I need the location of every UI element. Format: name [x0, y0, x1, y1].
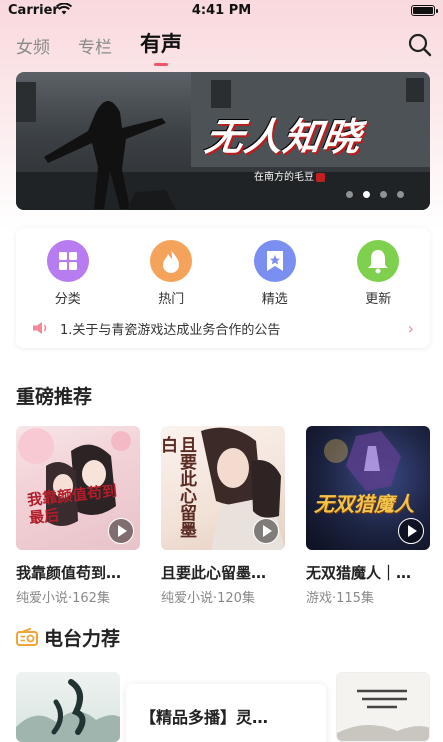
section-title-featured: 重磅推荐: [16, 386, 93, 408]
radio-featured-title: 【精品多播】灵…: [140, 708, 269, 727]
speaker-icon: [33, 322, 47, 334]
category-label: 热门: [158, 292, 185, 307]
carousel-dot[interactable]: [380, 191, 387, 198]
flame-icon: [150, 240, 193, 282]
cover-art: [16, 679, 120, 742]
book-cover[interactable]: 且要此心留墨白: [161, 426, 285, 550]
featured-book-list: 我靠颜值苟到最后 我靠颜值苟到… 纯爱小说·162集 且要此心留墨白 且要此心留…: [16, 426, 430, 606]
announcement-bar[interactable]: 1.关于与青瓷游戏达成业务合作的公告 ›: [32, 318, 414, 338]
top-tabs: 女频 专栏 有声: [16, 30, 182, 64]
carousel-dot[interactable]: [346, 191, 353, 198]
cover-art: [337, 689, 429, 741]
book-title: 且要此心留墨…: [161, 564, 267, 582]
tab-column[interactable]: 专栏: [78, 33, 112, 64]
carousel-dot-active[interactable]: [363, 191, 370, 198]
radio-featured-card[interactable]: 【精品多播】灵…: [126, 684, 326, 742]
banner-author-name: 在南方的毛豆: [254, 172, 314, 183]
tab-female[interactable]: 女频: [16, 33, 50, 64]
category-card: 分类 热门 精选 更新 1.关于与青瓷游戏达成业务合作的公告 ›: [16, 228, 430, 348]
book-cover[interactable]: 无双猎魔人: [306, 426, 430, 550]
battery-icon: [411, 5, 438, 16]
book-meta: 游戏·115集: [306, 591, 374, 606]
announcement-text: 1.关于与青瓷游戏达成业务合作的公告: [60, 322, 281, 338]
banner-title: 无人知晓: [202, 114, 365, 159]
carousel-dot[interactable]: [397, 191, 404, 198]
book-title: 无双猎魔人｜…: [306, 564, 412, 582]
grid-icon: [46, 240, 89, 282]
book-card[interactable]: 我靠颜值苟到最后 我靠颜值苟到… 纯爱小说·162集: [16, 426, 140, 606]
radio-list: 【精品多播】灵…: [16, 672, 443, 742]
cover-title-art: 无双猎魔人: [314, 492, 414, 516]
play-icon[interactable]: [253, 518, 279, 544]
book-card[interactable]: 且要此心留墨白 且要此心留墨… 纯爱小说·120集: [161, 426, 285, 606]
radio-cover[interactable]: [16, 672, 120, 742]
category-label: 分类: [54, 292, 81, 307]
bell-icon: [357, 240, 400, 282]
category-label: 更新: [365, 292, 392, 307]
chevron-right-icon: ›: [407, 318, 414, 338]
cover-title-art: 且要此心留墨白: [161, 436, 196, 538]
carousel-dots: [346, 191, 404, 198]
section-title-radio: 电台力荐: [44, 628, 121, 650]
book-meta: 纯爱小说·120集: [161, 591, 255, 606]
book-title: 我靠颜值苟到…: [16, 564, 122, 582]
category-selected[interactable]: 精选: [240, 240, 310, 307]
category-hot[interactable]: 热门: [136, 240, 206, 307]
category-grid: 分类 热门 精选 更新: [16, 240, 430, 307]
radio-icon: [16, 628, 38, 646]
book-meta: 纯爱小说·162集: [16, 591, 110, 606]
banner-carousel[interactable]: 无人知晓 在南方的毛豆: [16, 72, 430, 210]
play-icon[interactable]: [398, 518, 424, 544]
radio-cover[interactable]: [336, 672, 430, 742]
category-classify[interactable]: 分类: [33, 240, 103, 307]
clock: 4:41 PM: [191, 3, 252, 18]
search-icon[interactable]: [407, 32, 433, 58]
tab-audio[interactable]: 有声: [140, 28, 182, 64]
book-cover[interactable]: 我靠颜值苟到最后: [16, 426, 140, 550]
seal-icon: [316, 172, 325, 182]
banner-author: 在南方的毛豆: [254, 168, 325, 183]
book-card[interactable]: 无双猎魔人 无双猎魔人｜… 游戏·115集: [306, 426, 430, 606]
play-icon[interactable]: [108, 518, 134, 544]
bookmark-star-icon: [253, 240, 296, 282]
status-bar: Carrier 4:41 PM: [0, 0, 443, 22]
category-label: 精选: [261, 292, 288, 307]
category-update[interactable]: 更新: [343, 240, 413, 307]
